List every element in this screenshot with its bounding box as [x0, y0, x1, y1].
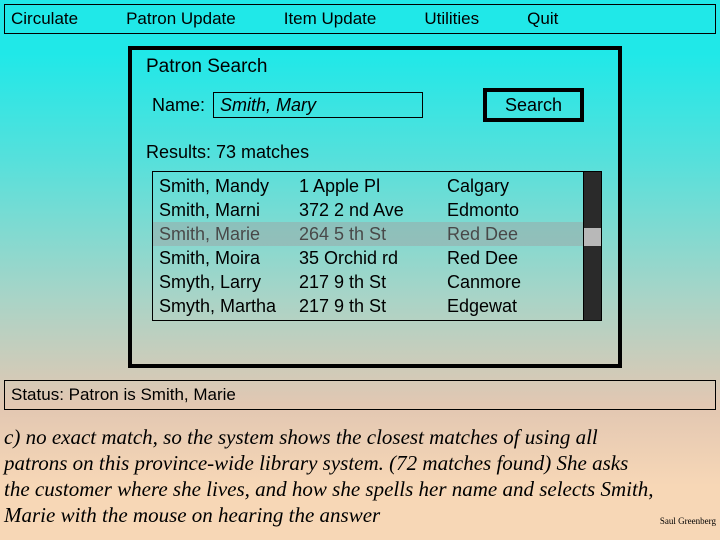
cell-name[interactable]: Smith, Mandy: [159, 174, 299, 198]
cell-addr[interactable]: 217 9 th St: [299, 270, 447, 294]
scrollbar-thumb[interactable]: [584, 246, 601, 320]
status-text: Status: Patron is Smith, Marie: [11, 385, 236, 405]
panel-title: Patron Search: [146, 56, 608, 78]
figure-caption: c) no exact match, so the system shows t…: [4, 424, 656, 528]
credit-text: Saul Greenberg: [660, 516, 716, 526]
scrollbar-thumb[interactable]: [584, 172, 601, 228]
cell-addr[interactable]: 35 Orchid rd: [299, 246, 447, 270]
patron-search-panel: Patron Search Name: Smith, Mary Search R…: [128, 46, 622, 368]
search-button[interactable]: Search: [483, 88, 584, 122]
cell-city[interactable]: Canmore: [447, 270, 557, 294]
menu-utilities[interactable]: Utilities: [424, 9, 479, 29]
cell-addr[interactable]: 217 9 th St: [299, 294, 447, 318]
status-bar: Status: Patron is Smith, Marie: [4, 380, 716, 410]
menu-circulate[interactable]: Circulate: [11, 9, 78, 29]
menu-quit[interactable]: Quit: [527, 9, 558, 29]
cell-addr[interactable]: 1 Apple Pl: [299, 174, 447, 198]
cell-addr[interactable]: 372 2 nd Ave: [299, 198, 447, 222]
cell-city[interactable]: Red Dee: [447, 222, 557, 246]
results-list: Smith, MandySmith, MarniSmith, MarieSmit…: [152, 171, 602, 321]
cell-city[interactable]: Calgary: [447, 174, 557, 198]
menu-bar: Circulate Patron Update Item Update Util…: [4, 4, 716, 34]
name-input[interactable]: Smith, Mary: [213, 92, 423, 118]
cell-name[interactable]: Smith, Marie: [159, 222, 299, 246]
cell-name[interactable]: Smyth, Larry: [159, 270, 299, 294]
cell-name[interactable]: Smyth, Martha: [159, 294, 299, 318]
cell-name[interactable]: Smith, Moira: [159, 246, 299, 270]
results-count: Results: 73 matches: [146, 142, 608, 163]
cell-city[interactable]: Edmonto: [447, 198, 557, 222]
cell-city[interactable]: Edgewat: [447, 294, 557, 318]
results-columns: Smith, MandySmith, MarniSmith, MarieSmit…: [153, 172, 583, 320]
menu-item-update[interactable]: Item Update: [284, 9, 377, 29]
name-label: Name:: [152, 95, 205, 116]
cell-name[interactable]: Smith, Marni: [159, 198, 299, 222]
cell-city[interactable]: Red Dee: [447, 246, 557, 270]
results-scrollbar[interactable]: [583, 172, 601, 320]
menu-patron-update[interactable]: Patron Update: [126, 9, 236, 29]
cell-addr[interactable]: 264 5 th St: [299, 222, 447, 246]
